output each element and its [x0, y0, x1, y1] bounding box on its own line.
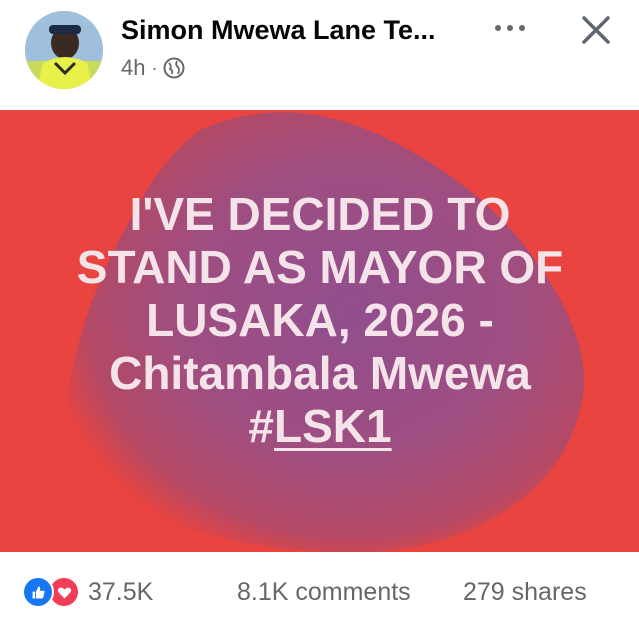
shares-count[interactable]: 279 shares: [463, 578, 587, 607]
meta-separator: ·: [151, 57, 158, 78]
globe-icon[interactable]: [163, 57, 185, 79]
reactions-summary[interactable]: 37.5K: [22, 576, 153, 608]
post-meta: 4h ·: [121, 55, 185, 81]
post-image-text: I'VE DECIDED TO STAND AS MAYOR OF LUSAKA…: [40, 188, 600, 453]
image-text-line: Chitambala Mwewa: [109, 347, 531, 399]
post-stats-bar: 37.5K 8.1K comments 279 shares: [0, 552, 639, 642]
comments-count[interactable]: 8.1K comments: [237, 578, 411, 607]
reaction-count: 37.5K: [88, 577, 154, 606]
image-text-line: LUSAKA, 2026 -: [146, 294, 494, 346]
post-image[interactable]: I'VE DECIDED TO STAND AS MAYOR OF LUSAKA…: [0, 110, 639, 552]
post-header: Simon Mwewa Lane Te... 4h ·: [0, 0, 639, 110]
post-time[interactable]: 4h: [121, 55, 145, 81]
image-text-line: STAND AS MAYOR OF: [76, 241, 564, 293]
close-icon[interactable]: [576, 10, 616, 50]
hash-symbol: #: [248, 400, 274, 452]
image-text-line: I'VE DECIDED TO: [129, 188, 511, 240]
more-options-icon[interactable]: [492, 14, 528, 44]
hashtag-line: #LSK1: [40, 400, 600, 453]
avatar-photo: [25, 11, 103, 89]
author-avatar[interactable]: [25, 11, 103, 89]
like-icon: [22, 576, 54, 608]
author-name[interactable]: Simon Mwewa Lane Te...: [121, 15, 436, 46]
hashtag-link[interactable]: LSK1: [274, 400, 392, 452]
